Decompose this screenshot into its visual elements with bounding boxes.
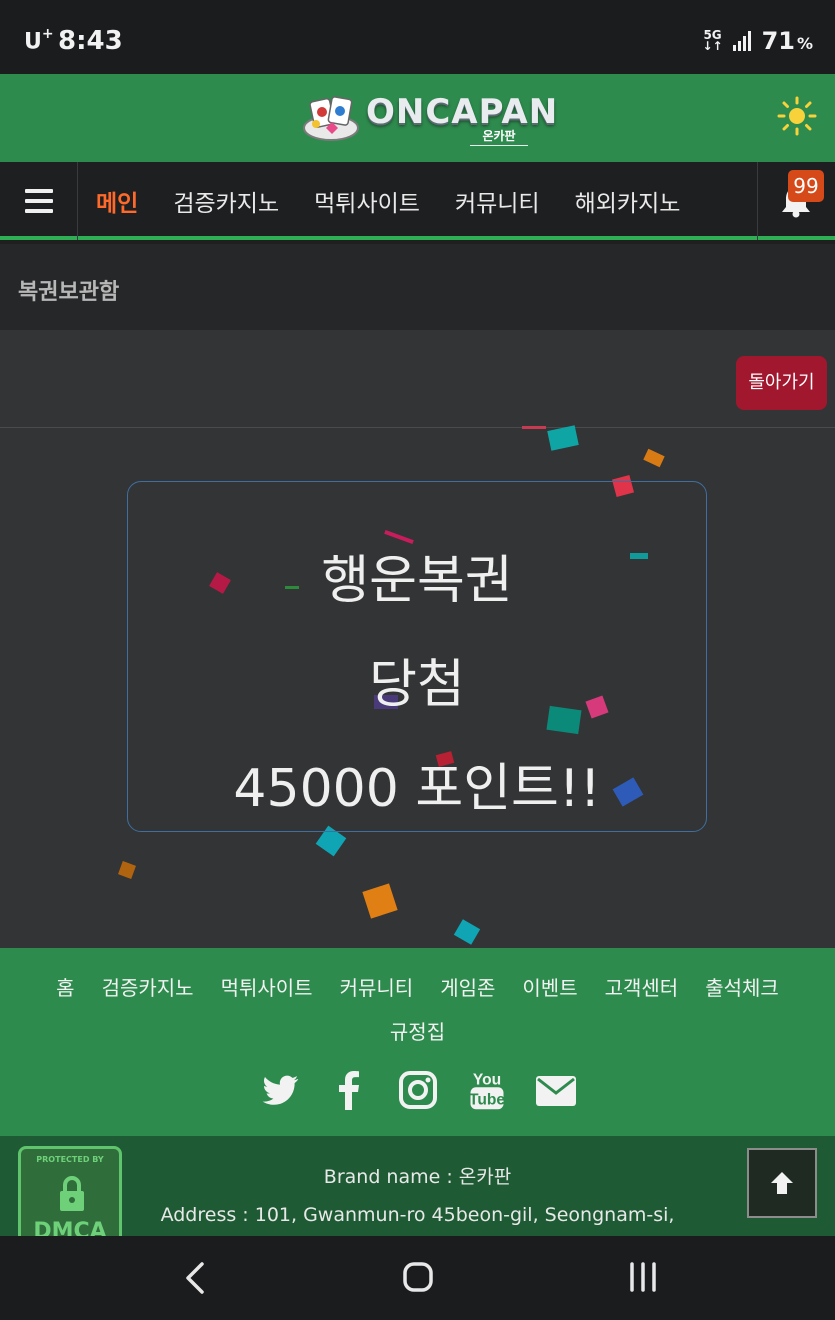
nav-item-overseas-casino[interactable]: 해외카지노: [575, 184, 681, 218]
footer-link-support[interactable]: 고객센터: [605, 972, 679, 1001]
footer-link-attendance[interactable]: 출석체크: [705, 972, 779, 1001]
site-header: ONCAPAN 온카판: [0, 74, 835, 162]
arrow-up-icon: [771, 1172, 793, 1194]
signal-icon: [732, 31, 751, 51]
nav-item-main[interactable]: 메인: [96, 184, 138, 218]
battery-level: 71%: [761, 27, 813, 55]
instagram-icon[interactable]: [396, 1068, 440, 1112]
footer-info: PROTECTED BY DMCA Brand name : 온카판 Addre…: [0, 1136, 835, 1236]
social-links: You Tube: [258, 1066, 578, 1114]
nav-item-verified-casino[interactable]: 검증카지노: [173, 184, 279, 218]
sun-icon[interactable]: [777, 96, 817, 136]
footer-links: 홈 검증카지노 먹튀사이트 커뮤니티 게임존 이벤트 고객센터 출석체크 규정집: [0, 972, 835, 1045]
mascot-icon: [303, 96, 359, 141]
brand-name: Brand name : 온카판: [323, 1166, 512, 1188]
svg-text:Tube: Tube: [469, 1092, 505, 1109]
back-icon[interactable]: [180, 1258, 212, 1298]
email-icon[interactable]: [534, 1068, 578, 1112]
network-5g-icon: 5G ↓↑: [702, 28, 723, 53]
status-icons: 5G ↓↑ 71%: [702, 27, 814, 55]
back-button[interactable]: 돌아가기: [736, 356, 827, 410]
lottery-content: 돌아가기 행운복권 당첨 45000 포인트!!: [0, 330, 835, 948]
notifications-button[interactable]: 99: [757, 162, 835, 240]
content-divider: [0, 427, 835, 428]
logo-wordmark: ONCAPAN: [366, 92, 559, 132]
footer-link-community[interactable]: 커뮤니티: [340, 972, 414, 1001]
page-title-bar: 복권보관함: [0, 244, 835, 330]
footer-link-verified-casino[interactable]: 검증카지노: [102, 972, 194, 1001]
site-logo[interactable]: ONCAPAN 온카판: [300, 90, 557, 146]
footer-link-gamezone[interactable]: 게임존: [440, 972, 495, 1001]
home-icon[interactable]: [402, 1260, 434, 1294]
nav-item-scam-sites[interactable]: 먹튀사이트: [314, 184, 420, 218]
prize-box: 행운복권 당첨 45000 포인트!!: [127, 481, 707, 832]
address: Address : 101, Gwanmun-ro 45beon-gil, Se…: [160, 1204, 675, 1226]
logo-subtitle: 온카판: [470, 127, 528, 146]
menu-icon[interactable]: [0, 162, 78, 240]
svg-text:You: You: [473, 1072, 501, 1089]
clock: 8:43: [58, 26, 123, 56]
footer-link-rules[interactable]: 규정집: [390, 1016, 445, 1045]
prize-title: 행운복권: [321, 551, 513, 611]
footer-link-events[interactable]: 이벤트: [522, 972, 577, 1001]
footer-link-home[interactable]: 홈: [56, 972, 74, 1001]
carrier-label: U+: [24, 26, 54, 55]
page-title: 복권보관함: [18, 280, 120, 305]
notification-badge: 99: [788, 170, 824, 202]
nav-items: 메인 검증카지노 먹튀사이트 커뮤니티 해외카지노: [96, 162, 715, 240]
facebook-icon[interactable]: [327, 1068, 371, 1112]
app-screen: U+ 8:43 5G ↓↑ 71% ONCAPAN 온카판 메인 검증카지노 먹…: [0, 0, 835, 1320]
prize-amount: 45000 포인트!!: [233, 759, 601, 819]
twitter-icon[interactable]: [258, 1068, 302, 1112]
footer-link-scam-sites[interactable]: 먹튀사이트: [221, 972, 313, 1001]
youtube-icon[interactable]: You Tube: [465, 1068, 509, 1112]
system-navigation-bar: [0, 1236, 835, 1320]
prize-status: 당첨: [369, 655, 465, 715]
main-nav: 메인 검증카지노 먹튀사이트 커뮤니티 해외카지노 99: [0, 162, 835, 240]
nav-item-community[interactable]: 커뮤니티: [455, 184, 540, 218]
site-footer: 홈 검증카지노 먹튀사이트 커뮤니티 게임존 이벤트 고객센터 출석체크 규정집: [0, 948, 835, 1136]
recent-apps-icon[interactable]: [626, 1260, 660, 1294]
scroll-top-button[interactable]: [747, 1148, 817, 1218]
status-bar: U+ 8:43 5G ↓↑ 71%: [0, 0, 835, 74]
